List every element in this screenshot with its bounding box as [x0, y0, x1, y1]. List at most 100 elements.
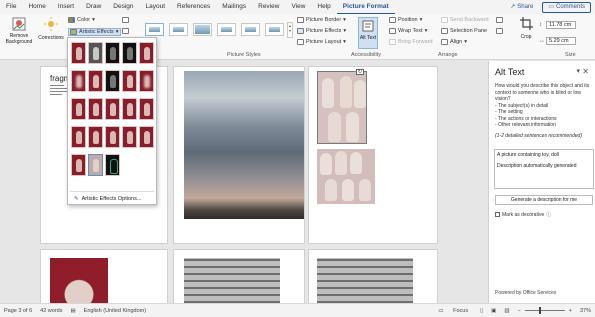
selection-pane-label: Selection Pane	[450, 28, 487, 34]
effect-cutout[interactable]	[139, 126, 154, 148]
alt-text-button[interactable]: Alt Text	[358, 17, 378, 49]
menu-references[interactable]: References	[171, 0, 216, 14]
pane-options-icon[interactable]: ▾	[576, 67, 580, 75]
change-picture-button[interactable]	[122, 28, 129, 34]
selected-doll-image[interactable]	[317, 71, 367, 144]
artistic-effects-button[interactable]: Artistic Effects ▾	[68, 28, 121, 36]
artistic-effects-options-icon: ✎	[74, 196, 79, 202]
effect-photocopy[interactable]	[71, 154, 86, 176]
size-group-label: Size	[565, 52, 576, 58]
page-2	[173, 66, 305, 244]
picture-layout-button[interactable]: Picture Layout ▾	[297, 39, 346, 45]
effect-line-drawing[interactable]	[122, 42, 137, 64]
width-input[interactable]: 5.29 cm	[546, 37, 576, 45]
styles-gallery-scroll[interactable]: ▴ ▾	[287, 22, 293, 38]
generate-description-button[interactable]: Generate a description for me	[495, 195, 593, 205]
remove-background-button[interactable]: Remove Background	[3, 17, 35, 49]
zoom-level[interactable]: 37%	[576, 308, 595, 314]
effect-none[interactable]	[71, 42, 86, 64]
menu-mailings[interactable]: Mailings	[216, 0, 252, 14]
artistic-effects-options-item[interactable]: ✎ Artistic Effects Options...	[74, 196, 141, 202]
menu-picture-format[interactable]: Picture Format	[336, 0, 395, 14]
page-count[interactable]: Page 3 of 6	[0, 308, 36, 314]
effect-plastic-wrap[interactable]	[122, 126, 137, 148]
menu-draw[interactable]: Draw	[80, 0, 107, 14]
menu-insert[interactable]: Insert	[52, 0, 80, 14]
page-4	[40, 249, 168, 303]
effect-cement[interactable]	[139, 98, 154, 120]
effect-paint-strokes[interactable]	[71, 70, 86, 92]
effect-light-screen[interactable]	[139, 70, 154, 92]
word-count[interactable]: 42 words	[36, 308, 66, 314]
picture-style-3[interactable]	[193, 23, 212, 36]
bring-forward-button[interactable]: Bring Forward	[389, 39, 433, 45]
compress-pictures-button[interactable]	[122, 17, 129, 23]
menu-help[interactable]: Help	[311, 0, 336, 14]
effect-watercolor-sponge[interactable]	[71, 98, 86, 120]
artistic-effects-icon	[70, 29, 77, 35]
close-icon[interactable]: ✕	[582, 67, 589, 76]
menu-design[interactable]: Design	[107, 0, 139, 14]
rotate-icon	[496, 28, 503, 34]
align-label: Align	[450, 39, 463, 45]
print-layout-icon[interactable]: ▣	[487, 308, 500, 314]
picture-style-1[interactable]	[145, 23, 164, 36]
menu-home[interactable]: Home	[22, 0, 51, 14]
share-button[interactable]: ↗ Share	[505, 2, 538, 13]
rotate-handle[interactable]: ↻	[356, 69, 364, 75]
height-input[interactable]: 11.78 cm	[546, 21, 576, 29]
effect-mosaic-bubbles[interactable]	[105, 98, 120, 120]
picture-style-4[interactable]	[217, 23, 236, 36]
menu-layout[interactable]: Layout	[140, 0, 172, 14]
effect-glow-edges[interactable]	[105, 154, 120, 176]
picture-border-label: Picture Border	[306, 17, 342, 23]
effect-pencil-sketch[interactable]	[105, 42, 120, 64]
picture-style-2[interactable]	[169, 23, 188, 36]
rotate-objects-button[interactable]	[496, 28, 503, 34]
corrections-button[interactable]: Corrections	[38, 17, 64, 49]
zoom-slider[interactable]	[524, 307, 565, 314]
effect-crisscross-etching[interactable]	[88, 126, 103, 148]
comments-button[interactable]: ▭ Comments	[542, 1, 591, 13]
focus-mode[interactable]: ▭ Focus	[430, 308, 476, 314]
mark-decorative-checkbox[interactable]	[495, 212, 500, 217]
zoom-in-icon[interactable]: +	[565, 308, 576, 314]
align-button[interactable]: Align ▾	[441, 39, 467, 45]
menu-file[interactable]: File	[0, 0, 22, 14]
dropdown-divider	[70, 191, 154, 192]
info-icon[interactable]: ⓘ	[546, 211, 551, 218]
crop-button[interactable]: Crop	[515, 17, 537, 49]
send-backward-button[interactable]: Send Backward	[441, 17, 489, 23]
effect-blur[interactable]	[122, 70, 137, 92]
position-button[interactable]: Position ▾	[389, 17, 422, 23]
color-button[interactable]: Color ▾	[68, 17, 95, 23]
picture-style-5[interactable]	[241, 23, 260, 36]
effect-pencil-grayscale[interactable]	[88, 42, 103, 64]
picture-style-6[interactable]	[265, 23, 284, 36]
effect-film-grain[interactable]	[88, 98, 103, 120]
zoom-out-icon[interactable]: −	[514, 308, 525, 314]
zoom-slider-thumb[interactable]	[538, 307, 541, 314]
read-mode-icon[interactable]: ▯	[476, 308, 487, 314]
mark-decorative-row[interactable]: Mark as decorative ⓘ	[495, 211, 551, 218]
picture-border-button[interactable]: Picture Border ▾	[297, 17, 346, 23]
proofing-icon[interactable]: ▤	[66, 308, 79, 314]
picture-effects-button[interactable]: Picture Effects ▾	[297, 28, 346, 34]
wrap-text-icon	[389, 28, 396, 34]
alt-text-line-2: Description automatically generated	[497, 163, 577, 169]
web-layout-icon[interactable]: ▥	[500, 308, 513, 314]
group-objects-button[interactable]	[496, 17, 503, 23]
effect-texturizer[interactable]	[71, 126, 86, 148]
alt-text-description-field[interactable]: A picture containing toy, doll Descripti…	[494, 149, 594, 189]
menu-review[interactable]: Review	[252, 0, 285, 14]
effect-glass[interactable]	[122, 98, 137, 120]
selection-pane-button[interactable]: Selection Pane	[441, 28, 487, 34]
menu-view[interactable]: View	[285, 0, 311, 14]
language-indicator[interactable]: English (United Kingdom)	[80, 308, 150, 314]
effect-paint-brush[interactable]	[88, 70, 103, 92]
effect-paint-glow[interactable]	[88, 154, 103, 176]
effect-pastels-smooth[interactable]	[105, 126, 120, 148]
wrap-text-button[interactable]: Wrap Text ▾	[389, 28, 427, 34]
effect-glow-diffused[interactable]	[105, 70, 120, 92]
effect-chalk-sketch[interactable]	[139, 42, 154, 64]
